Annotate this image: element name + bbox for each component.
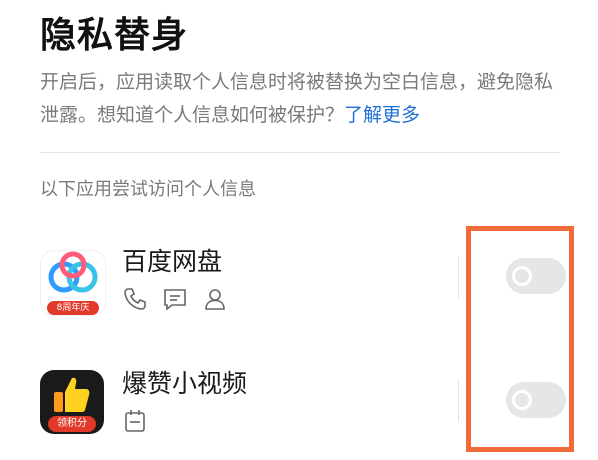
- app-badge: 8周年庆: [47, 301, 99, 315]
- thumbs-up-icon: [54, 377, 90, 412]
- calendar-icon: [125, 410, 145, 432]
- baidu-netdisk-logo-icon: [48, 251, 98, 293]
- highlight-box: [466, 226, 574, 452]
- page-description: 开启后，应用读取个人信息时将被替换为空白信息，避免隐私泄露。想知道个人信息如何被…: [40, 66, 570, 132]
- contact-icon: [205, 289, 225, 310]
- row-separator: [458, 380, 459, 422]
- description-text: 开启后，应用读取个人信息时将被替换为空白信息，避免隐私泄露。想知道个人信息如何被…: [40, 71, 554, 126]
- baidu-netdisk-app-icon: 8周年庆: [40, 250, 106, 316]
- baozan-video-app-icon: 领积分: [40, 370, 104, 434]
- divider: [40, 152, 560, 153]
- page-title: 隐私替身: [40, 15, 189, 56]
- permission-icons: [122, 408, 148, 434]
- phone-icon: [124, 288, 146, 310]
- permission-icons: [122, 286, 228, 312]
- row-separator: [458, 256, 459, 298]
- app-badge: 领积分: [48, 416, 96, 432]
- app-name: 百度网盘: [122, 247, 223, 276]
- section-label: 以下应用尝试访问个人信息: [40, 179, 256, 200]
- learn-more-link[interactable]: 了解更多: [344, 104, 420, 126]
- app-name: 爆赞小视频: [122, 369, 248, 398]
- message-icon: [164, 289, 186, 311]
